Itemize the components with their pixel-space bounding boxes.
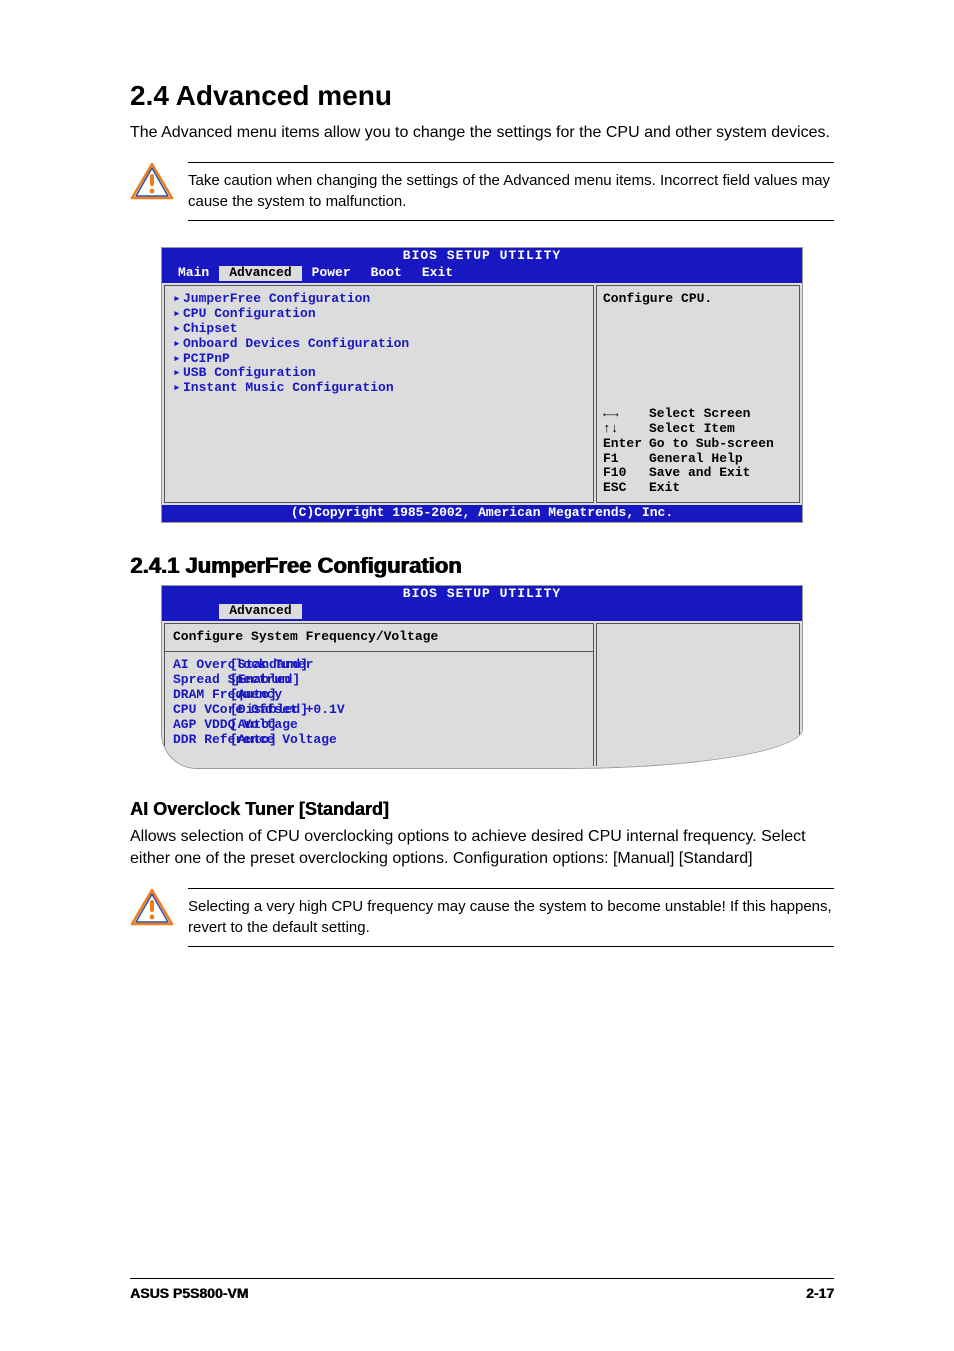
caution-icon	[130, 162, 174, 202]
help-desc: Save and Exit	[649, 465, 750, 480]
caution-block-2: Selecting a very high CPU frequency may …	[130, 888, 834, 947]
page-footer: ASUS P5S800-VM 2-17	[130, 1278, 834, 1301]
setting-item-desc: Allows selection of CPU overclocking opt…	[130, 826, 834, 871]
bios-menu-item: CPU Configuration	[183, 306, 316, 321]
bios-menu-item: Chipset	[183, 321, 238, 336]
caution-2-text: Selecting a very high CPU frequency may …	[188, 897, 834, 938]
bios-settings-list: Configure System Frequency/Voltage AI Ov…	[164, 623, 594, 766]
bios-menu-list: ▸JumperFree Configuration ▸CPU Configura…	[164, 285, 594, 504]
help-desc: Go to Sub-screen	[649, 436, 774, 451]
bios-screenshot-jumperfree: BIOS SETUP UTILITY MainAdvanced Configur…	[161, 585, 803, 768]
help-key: ←→	[603, 407, 649, 422]
bios-setting-row: AI Overclock Tuner[Standard]	[173, 658, 585, 673]
help-desc: General Help	[649, 451, 743, 466]
help-key: ↑↓	[603, 422, 649, 437]
bios-title: BIOS SETUP UTILITY	[162, 248, 802, 265]
bios-tab-power: Power	[302, 266, 361, 281]
subsection-heading: 2.4.1 JumperFree Configuration	[130, 553, 834, 579]
help-desc: Select Item	[649, 421, 735, 436]
bios-menu-item: JumperFree Configuration	[183, 291, 370, 306]
bios-menu-item: Instant Music Configuration	[183, 380, 394, 395]
footer-product: ASUS P5S800-VM	[130, 1285, 248, 1301]
bios-tab-advanced: Advanced	[219, 266, 301, 281]
help-key: F1	[603, 452, 649, 467]
footer-page-number: 2-17	[806, 1285, 834, 1301]
caution-icon	[130, 888, 174, 928]
bios-help-pane	[596, 623, 800, 766]
bios-help-text: Configure CPU.	[603, 292, 793, 307]
caution-block-1: Take caution when changing the settings …	[130, 162, 834, 221]
setting-item-title: AI Overclock Tuner [Standard]	[130, 799, 834, 820]
bios-copyright: (C)Copyright 1985-2002, American Megatre…	[162, 505, 802, 522]
bios-setting-row: DRAM Frequency[Auto]	[173, 688, 585, 703]
bios-menu-item: USB Configuration	[183, 365, 316, 380]
bios-tab-advanced: Advanced	[219, 604, 301, 619]
caution-1-text: Take caution when changing the settings …	[188, 171, 834, 212]
bios-tabs: MainAdvancedPowerBootExit	[162, 265, 802, 283]
bios-menu-item: Onboard Devices Configuration	[183, 336, 409, 351]
bios-setting-row: CPU VCore Offset +0.1V[Disabled]	[173, 703, 585, 718]
bios-setting-row: Spread Spectrum[Enabled]	[173, 673, 585, 688]
bios-menu-item: PCIPnP	[183, 351, 230, 366]
bios-setting-row: DDR Reference Voltage[Auto]	[173, 733, 585, 748]
help-desc: Select Screen	[649, 406, 750, 421]
help-key: Enter	[603, 437, 649, 452]
help-key: F10	[603, 466, 649, 481]
bios-help-pane: Configure CPU. ←→Select Screen ↑↓Select …	[596, 285, 800, 504]
help-key: ESC	[603, 481, 649, 496]
bios-tab-main: Main	[168, 266, 219, 281]
section-intro: The Advanced menu items allow you to cha…	[130, 122, 834, 144]
bios-tab-exit: Exit	[412, 266, 463, 281]
bios-tab-boot: Boot	[361, 266, 412, 281]
bios-setting-row: AGP VDDQ Voltage[Auto]	[173, 718, 585, 733]
section-heading: 2.4 Advanced menu	[130, 80, 834, 112]
help-desc: Exit	[649, 480, 680, 495]
bios-screenshot-advanced: BIOS SETUP UTILITY MainAdvancedPowerBoot…	[161, 247, 803, 523]
bios-tabs: MainAdvanced	[162, 603, 802, 621]
bios-settings-header: Configure System Frequency/Voltage	[165, 630, 593, 652]
bios-title: BIOS SETUP UTILITY	[162, 586, 802, 603]
